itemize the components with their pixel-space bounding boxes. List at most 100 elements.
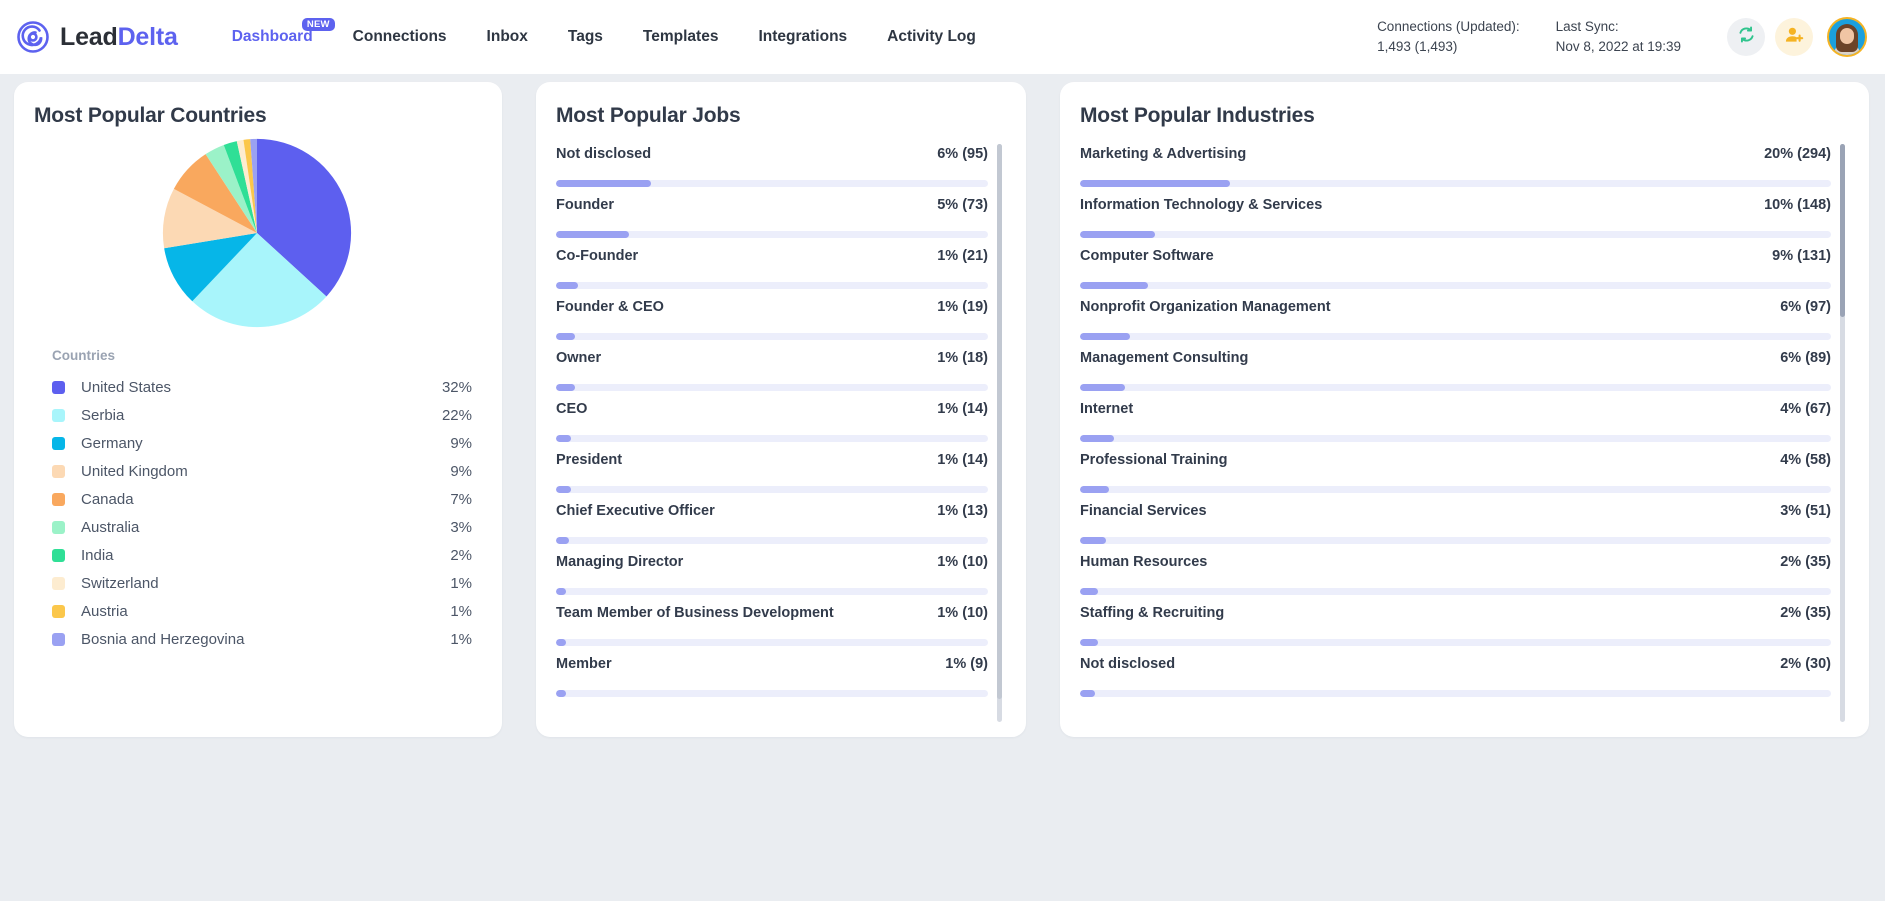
legend-percent: 7% [450, 490, 472, 508]
last-sync-stat: Last Sync: Nov 8, 2022 at 19:39 [1556, 17, 1681, 56]
legend-row[interactable]: Bosnia and Herzegovina 1% [34, 625, 480, 653]
bar-list-item[interactable]: Professional Training 4% (58) [1080, 442, 1831, 493]
bar-list-item[interactable]: Computer Software 9% (131) [1080, 238, 1831, 289]
bar-item-value: 1% (14) [937, 452, 988, 468]
app-header: LeadDelta Dashboard NEW Connections Inbo… [0, 0, 1885, 74]
bar-fill [1080, 435, 1114, 442]
legend-row[interactable]: Australia 3% [34, 513, 480, 541]
bar-item-header: Financial Services 3% (51) [1080, 503, 1831, 519]
bar-item-label: Marketing & Advertising [1080, 146, 1247, 162]
bar-track [556, 639, 988, 646]
bar-item-value: 2% (35) [1780, 554, 1831, 570]
bar-list-item[interactable]: Team Member of Business Development 1% (1… [556, 595, 988, 646]
bar-list-item[interactable]: Not disclosed 6% (95) [556, 136, 988, 187]
bar-item-header: Computer Software 9% (131) [1080, 248, 1831, 264]
bar-list-item[interactable]: CEO 1% (14) [556, 391, 988, 442]
bar-item-label: Co-Founder [556, 248, 639, 264]
bar-list-item[interactable]: Human Resources 2% (35) [1080, 544, 1831, 595]
nav-item-tags[interactable]: Tags [548, 0, 623, 74]
bar-list-item[interactable]: Owner 1% (18) [556, 340, 988, 391]
legend-row[interactable]: Canada 7% [34, 485, 480, 513]
jobs-scrollbar[interactable] [997, 144, 1002, 722]
bar-item-header: Professional Training 4% (58) [1080, 452, 1831, 468]
legend-row[interactable]: Austria 1% [34, 597, 480, 625]
bar-list-item[interactable]: Management Consulting 6% (89) [1080, 340, 1831, 391]
bar-list-item[interactable]: Member 1% (9) [556, 646, 988, 697]
bar-fill [556, 282, 578, 289]
nav-item-connections[interactable]: Connections [333, 0, 467, 74]
legend-label: Serbia [81, 406, 125, 424]
bar-list-item[interactable]: Internet 4% (67) [1080, 391, 1831, 442]
legend-row[interactable]: United States 32% [34, 373, 480, 401]
legend-row[interactable]: United Kingdom 9% [34, 457, 480, 485]
legend-percent: 3% [450, 518, 472, 536]
bar-track [556, 231, 988, 238]
nav-item-inbox[interactable]: Inbox [467, 0, 548, 74]
legend-row[interactable]: Serbia 22% [34, 401, 480, 429]
bar-item-header: Internet 4% (67) [1080, 401, 1831, 417]
bar-item-value: 3% (51) [1780, 503, 1831, 519]
connections-stat: Connections (Updated): 1,493 (1,493) [1377, 17, 1520, 56]
legend-row[interactable]: Switzerland 1% [34, 569, 480, 597]
sync-button[interactable] [1727, 18, 1765, 56]
most-popular-jobs-card: Most Popular Jobs Not disclosed 6% (95) Fo… [536, 82, 1026, 737]
bar-track [1080, 690, 1831, 697]
invite-user-button[interactable] [1775, 18, 1813, 56]
bar-item-label: Financial Services [1080, 503, 1207, 519]
most-popular-countries-card: Most Popular Countries Countries United … [14, 82, 502, 737]
bar-list-item[interactable]: Nonprofit Organization Management 6% (97) [1080, 289, 1831, 340]
industries-scrollbar[interactable] [1840, 144, 1845, 722]
industries-scrollbar-thumb[interactable] [1840, 144, 1845, 318]
legend-label: United States [81, 378, 172, 396]
bar-item-header: Staffing & Recruiting 2% (35) [1080, 605, 1831, 621]
nav-item-templates[interactable]: Templates [623, 0, 739, 74]
bar-item-header: CEO 1% (14) [556, 401, 988, 417]
bar-item-header: Founder & CEO 1% (19) [556, 299, 988, 315]
jobs-scrollbar-thumb[interactable] [997, 144, 1002, 699]
nav-label-connections: Connections [352, 28, 447, 45]
bar-fill [556, 690, 566, 697]
bar-fill [1080, 282, 1148, 289]
countries-pie-chart [34, 136, 480, 330]
nav-item-integrations[interactable]: Integrations [738, 0, 867, 74]
bar-list-item[interactable]: Founder & CEO 1% (19) [556, 289, 988, 340]
bar-list-item[interactable]: President 1% (14) [556, 442, 988, 493]
legend-percent: 1% [450, 630, 472, 648]
bar-list-item[interactable]: Financial Services 3% (51) [1080, 493, 1831, 544]
bar-list-item[interactable]: Co-Founder 1% (21) [556, 238, 988, 289]
bar-list-item[interactable]: Managing Director 1% (10) [556, 544, 988, 595]
nav-item-activity-log[interactable]: Activity Log [867, 0, 996, 74]
bar-list-item[interactable]: Founder 5% (73) [556, 187, 988, 238]
bar-item-label: Chief Executive Officer [556, 503, 715, 519]
legend-color-swatch [52, 604, 65, 618]
nav-label-activity-log: Activity Log [887, 28, 976, 45]
brand-logo[interactable]: LeadDelta [16, 20, 178, 54]
bar-item-header: President 1% (14) [556, 452, 988, 468]
bar-list-item[interactable]: Chief Executive Officer 1% (13) [556, 493, 988, 544]
nav-item-dashboard[interactable]: Dashboard NEW [212, 0, 335, 74]
bar-fill [556, 639, 567, 646]
industries-list-scroll[interactable]: Marketing & Advertising 20% (294) Informat… [1080, 136, 1847, 728]
legend-row[interactable]: Germany 9% [34, 429, 480, 457]
bar-list-item[interactable]: Information Technology & Services 10% (14… [1080, 187, 1831, 238]
bar-item-value: 1% (21) [937, 248, 988, 264]
user-avatar[interactable] [1827, 17, 1867, 57]
legend-row[interactable]: India 2% [34, 541, 480, 569]
nav-label-tags: Tags [567, 28, 603, 45]
legend-color-swatch [52, 548, 65, 562]
legend-color-swatch [52, 492, 65, 506]
bar-track [1080, 231, 1831, 238]
bar-fill [1080, 333, 1130, 340]
bar-list-item[interactable]: Not disclosed 2% (30) [1080, 646, 1831, 697]
bar-item-value: 6% (97) [1780, 299, 1831, 315]
pie-svg [162, 138, 352, 328]
jobs-list-scroll[interactable]: Not disclosed 6% (95) Founder 5% (73) Co-Fou… [556, 136, 1004, 728]
legend-percent: 32% [441, 378, 472, 396]
bar-item-value: 1% (10) [937, 554, 988, 570]
bar-list-item[interactable]: Marketing & Advertising 20% (294) [1080, 136, 1831, 187]
avatar-face [1840, 28, 1854, 44]
legend-percent: 2% [450, 546, 472, 564]
bar-list-item[interactable]: Staffing & Recruiting 2% (35) [1080, 595, 1831, 646]
bar-item-value: 1% (18) [937, 350, 988, 366]
legend-color-swatch [52, 576, 65, 590]
